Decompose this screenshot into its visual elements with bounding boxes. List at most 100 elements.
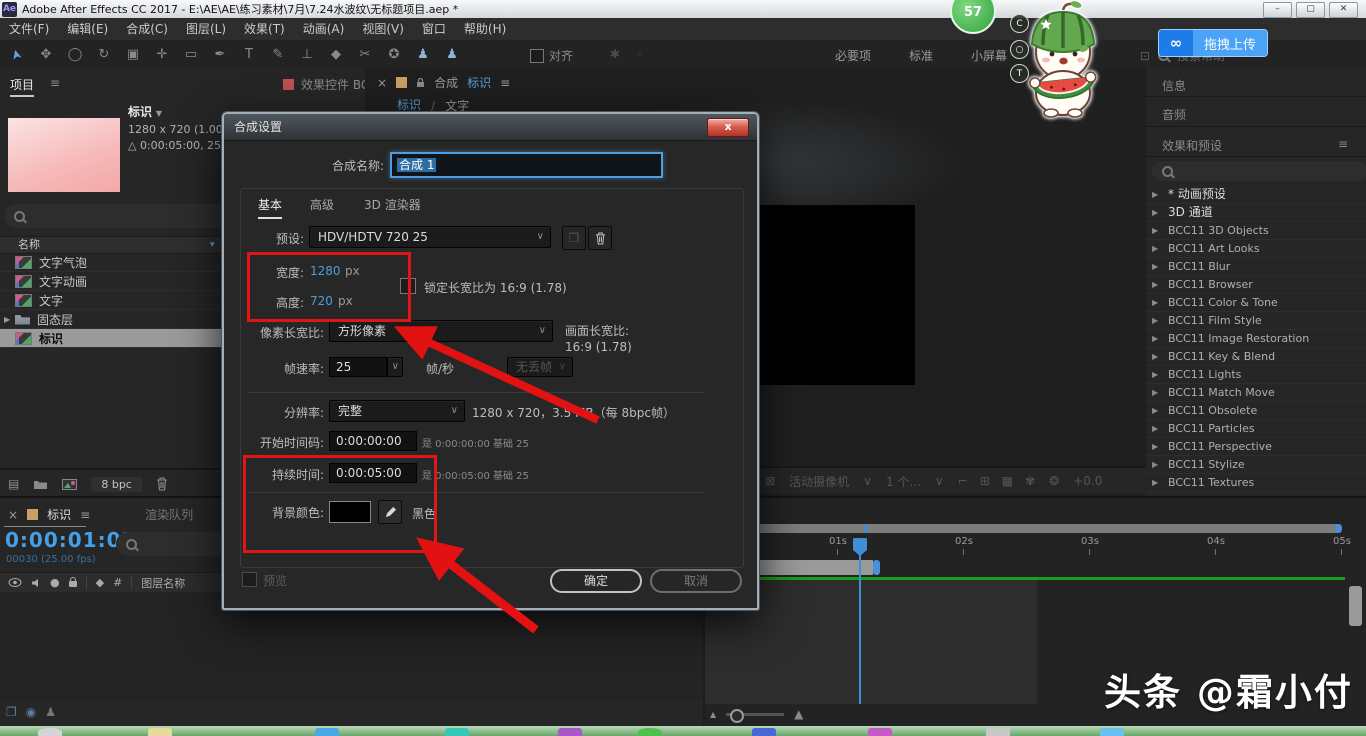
twirl-arrow-icon[interactable]: ▶ <box>1152 420 1160 437</box>
effects-list-item[interactable]: ▶ 3D 通道 <box>1146 204 1366 222</box>
hand-tool-icon[interactable]: ✥ <box>37 47 55 62</box>
lock-icon[interactable] <box>68 577 77 587</box>
resolution-dropdown[interactable]: 完整 ∨ <box>329 400 465 422</box>
twirl-arrow-icon[interactable]: ▶ <box>1152 186 1160 203</box>
menu-item[interactable]: 图层(L) <box>177 18 235 40</box>
effects-list-item[interactable]: ▶ BCC11 Browser <box>1146 276 1366 294</box>
region-of-interest-icon[interactable]: ⊠ <box>765 474 775 488</box>
view-layout-dropdown[interactable]: 1 个... <box>886 473 921 490</box>
index-column-icon[interactable]: # <box>113 576 122 589</box>
sort-icon[interactable]: ▾ <box>210 237 215 253</box>
drag-upload-button[interactable]: ∞ 拖拽上传 <box>1158 29 1269 57</box>
twirl-arrow-icon[interactable]: ▶ <box>1152 258 1160 275</box>
taskbar-icon[interactable] <box>445 728 469 736</box>
close-tab-icon[interactable]: × <box>377 76 387 90</box>
menu-item[interactable]: 文件(F) <box>0 18 58 40</box>
menu-item[interactable]: 编辑(E) <box>58 18 117 40</box>
menu-item[interactable]: 效果(T) <box>235 18 294 40</box>
pixel-aspect-dropdown[interactable]: 方形像素 ∨ <box>329 320 553 342</box>
menu-item[interactable]: 窗口 <box>413 18 455 40</box>
effects-list-item[interactable]: ▶ BCC11 3D Objects <box>1146 222 1366 240</box>
panel-menu-icon[interactable]: ≡ <box>1338 137 1348 151</box>
tab-audio[interactable]: 音频 <box>1162 106 1186 123</box>
twirl-arrow-icon[interactable]: ▶ <box>1152 240 1160 257</box>
panel-menu-icon[interactable]: ≡ <box>80 508 90 522</box>
effects-list-item[interactable]: ▶ BCC11 Blur <box>1146 258 1366 276</box>
frame-rate-dropdown[interactable]: ∨ <box>387 357 403 377</box>
puppet-pin-tool-icon[interactable]: ✪ <box>385 47 403 62</box>
effects-search-input[interactable] <box>1152 161 1366 181</box>
taskbar-icon[interactable] <box>638 728 662 736</box>
taskbar-icon[interactable] <box>558 728 582 736</box>
interpret-footage-icon[interactable]: ▤ <box>8 477 19 491</box>
twirl-arrow-icon[interactable]: ▶ <box>1152 474 1160 491</box>
brush-tool-icon[interactable]: ✎ <box>269 47 287 62</box>
twirl-arrow-icon[interactable]: ▶ <box>1152 402 1160 419</box>
viewer-tab-comp-name[interactable]: 标识 <box>467 74 491 91</box>
effects-list-item[interactable]: ▶ BCC11 Image Restoration <box>1146 330 1366 348</box>
workspace-tab[interactable]: 小屏幕 <box>971 47 1007 64</box>
time-ruler[interactable]: 01s 02s 03s 04s 05s <box>712 536 1351 558</box>
minimize-button[interactable]: – <box>1263 2 1292 18</box>
ok-button[interactable]: 确定 <box>550 569 642 593</box>
workspace-tab[interactable]: 标准 <box>909 47 933 64</box>
graph-editor-icon[interactable]: ♟ <box>45 705 56 719</box>
cancel-button[interactable]: 取消 <box>650 569 742 593</box>
layer-name-column[interactable]: 图层名称 <box>141 575 185 591</box>
camera-tool-icon[interactable]: ▣ <box>124 47 142 62</box>
new-composition-icon[interactable] <box>62 478 78 490</box>
preset-dropdown[interactable]: HDV/HDTV 720 25 ∨ <box>309 226 551 248</box>
label-column-icon[interactable]: ◆ <box>96 576 104 589</box>
taskbar-icon[interactable] <box>38 728 62 736</box>
taskbar-icon[interactable] <box>986 728 1010 736</box>
tab-render-queue[interactable]: 渲染队列 <box>145 506 193 523</box>
chevron-down-icon[interactable]: ▼ <box>156 109 162 118</box>
motion-blur-icon[interactable]: ◉ <box>26 705 36 719</box>
frame-rate-input[interactable]: 25 <box>329 357 387 377</box>
tab-effects-presets[interactable]: 效果和预设 <box>1162 137 1222 154</box>
snapshot-icon[interactable]: ▦ <box>1002 474 1013 488</box>
shape-tool-icon[interactable]: ▭ <box>182 47 200 62</box>
mask-visibility-icon[interactable]: ⊞ <box>980 474 990 488</box>
windows-taskbar[interactable] <box>0 726 1366 736</box>
pen-tool-icon[interactable]: ✒ <box>211 47 229 62</box>
playhead[interactable] <box>853 538 867 556</box>
new-folder-icon[interactable] <box>33 479 48 490</box>
close-button[interactable]: ✕ <box>1329 2 1358 18</box>
effects-list-item[interactable]: ▶ BCC11 Obsolete <box>1146 402 1366 420</box>
twirl-arrow-icon[interactable]: ▶ <box>1152 348 1160 365</box>
zoom-slider[interactable] <box>726 708 785 723</box>
effects-list-item[interactable]: ▶ BCC11 Film Style <box>1146 312 1366 330</box>
zoom-out-icon[interactable]: ▲ <box>710 710 716 719</box>
taskbar-icon[interactable] <box>148 728 172 736</box>
effects-list-item[interactable]: ▶ BCC11 Textures <box>1146 474 1366 492</box>
zoom-slider-knob[interactable] <box>730 708 745 723</box>
twirl-arrow-icon[interactable]: ▶ <box>1152 222 1160 239</box>
panel-menu-icon[interactable]: ≡ <box>50 76 60 90</box>
exposure-icon[interactable]: ❂ <box>1049 474 1059 488</box>
save-preset-button[interactable]: ❒ <box>562 226 586 250</box>
rotation-tool-icon[interactable]: ↻ <box>95 47 113 62</box>
effects-list-item[interactable]: ▶ BCC11 Key & Blend <box>1146 348 1366 366</box>
effects-list-item[interactable]: ▶ BCC11 Color & Tone <box>1146 294 1366 312</box>
type-tool-icon[interactable]: T <box>240 47 258 62</box>
work-area-bar[interactable] <box>712 524 1342 533</box>
flowchart-icon[interactable]: ✾ <box>1025 474 1035 488</box>
timeline-tab-label[interactable]: 标识 <box>47 506 71 523</box>
vertical-scrollbar[interactable] <box>1349 586 1362 626</box>
taskbar-icon[interactable] <box>868 728 892 736</box>
effects-list-item[interactable]: ▶ BCC11 Stylize <box>1146 456 1366 474</box>
tab-info[interactable]: 信息 <box>1162 77 1186 94</box>
eye-icon[interactable] <box>8 578 22 587</box>
dialog-close-button[interactable]: x <box>707 118 749 137</box>
frame-blend-icon[interactable]: ❐ <box>6 705 17 719</box>
comp-name-input[interactable]: 合成 1 <box>390 152 663 178</box>
camera-view-dropdown[interactable]: 活动摄像机 <box>789 473 849 490</box>
panel-menu-icon[interactable]: ≡ <box>500 76 510 90</box>
taskbar-icon[interactable] <box>1100 728 1124 736</box>
tab-project[interactable]: 项目 <box>10 76 35 97</box>
menu-item[interactable]: 视图(V) <box>353 18 413 40</box>
pan-behind-tool-icon[interactable]: ✛ <box>153 47 171 62</box>
twirl-arrow-icon[interactable]: ▶ <box>1152 312 1160 329</box>
effects-list-item[interactable]: ▶ BCC11 Match Move <box>1146 384 1366 402</box>
